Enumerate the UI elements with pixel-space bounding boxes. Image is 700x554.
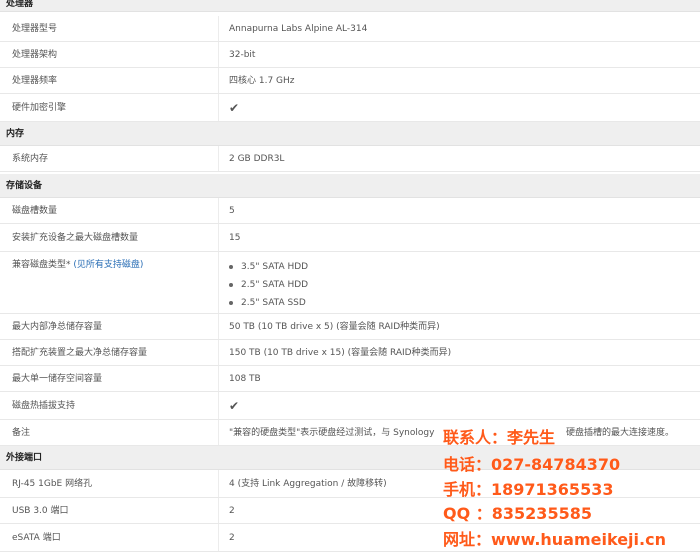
section-processor: 处理器 [0,0,700,12]
watermark-contact: 联系人：李先生 [443,428,556,447]
column-divider [218,498,219,523]
spec-table: 处理器 处理器型号 Annapurna Labs Alpine AL-314 处… [0,0,700,554]
column-divider [218,68,219,93]
max-expansion-label: 搭配扩充装置之最大净总储存容量 [12,348,148,358]
compat-drive-label: 兼容磁盘类型* (见所有支持磁盘) [12,258,143,272]
bullet-icon [229,264,233,269]
row-compat-drive: 兼容磁盘类型* (见所有支持磁盘) 3.5" SATA HDD 2.5" SAT… [0,252,700,314]
notes-label: 备注 [12,428,31,438]
row-system-memory: 系统内存 2 GB DDR3L [0,146,700,172]
notes-value-tail: 硬盘插槽的最大连接速度。 [566,428,675,438]
row-hw-encrypt: 硬件加密引擎 ✔ [0,94,700,122]
bays-label: 磁盘槽数量 [12,206,58,216]
usb-value: 2 [229,506,235,516]
max-volume-label: 最大单一储存空间容量 [12,374,103,384]
cpu-model-value: Annapurna Labs Alpine AL-314 [229,24,368,34]
list-item: 3.5" SATA HDD [229,258,308,276]
row-max-bays: 安装扩充设备之最大磁盘槽数量 15 [0,224,700,252]
drive-type-list: 3.5" SATA HDD 2.5" SATA HDD 2.5" SATA SS… [229,258,308,312]
max-internal-label: 最大内部净总储存容量 [12,322,103,332]
cpu-arch-label: 处理器架构 [12,50,58,60]
list-item: 2.5" SATA HDD [229,276,308,294]
cpu-freq-value: 四核心 1.7 GHz [229,76,295,86]
column-divider [218,42,219,67]
max-volume-value: 108 TB [229,374,261,384]
drive-type: 2.5" SATA SSD [241,298,306,308]
rj45-label: RJ-45 1GbE 网络孔 [12,479,93,489]
system-memory-label: 系统内存 [12,154,49,164]
column-divider [218,524,219,551]
bays-value: 5 [229,206,235,216]
row-max-volume: 最大单一储存空间容量 108 TB [0,366,700,392]
hot-swap-label: 磁盘热插拔支持 [12,401,76,411]
row-usb: USB 3.0 端口 2 [0,498,700,524]
hw-encrypt-label: 硬件加密引擎 [12,103,67,113]
row-cpu-arch: 处理器架构 32-bit [0,42,700,68]
column-divider [218,224,219,251]
cpu-arch-value: 32-bit [229,50,256,60]
column-divider [218,470,219,497]
column-divider [218,314,219,339]
bullet-icon [229,300,233,305]
esata-label: eSATA 端口 [12,533,61,543]
row-bays: 磁盘槽数量 5 [0,198,700,224]
max-expansion-value: 150 TB (10 TB drive x 15) (容量会随 RAID种类而异… [229,348,452,358]
column-divider [218,420,219,445]
system-memory-value: 2 GB DDR3L [229,154,285,164]
watermark-mobile: 手机：18971365533 [443,480,614,499]
list-item: 2.5" SATA SSD [229,294,308,312]
max-bays-label: 安装扩充设备之最大磁盘槽数量 [12,233,139,243]
row-cpu-model: 处理器型号 Annapurna Labs Alpine AL-314 [0,16,700,42]
watermark-qq: QQ ：835235585 [443,504,592,523]
drive-type: 2.5" SATA HDD [241,280,309,290]
column-divider [218,146,219,171]
cpu-freq-label: 处理器频率 [12,76,58,86]
row-notes: 备注 "兼容的硬盘类型"表示硬盘经过测试，与 Synology 硬盘插槽的最大连… [0,420,700,446]
row-max-expansion: 搭配扩充装置之最大净总储存容量 150 TB (10 TB drive x 15… [0,340,700,366]
column-divider [218,16,219,41]
column-divider [218,198,219,223]
column-divider [218,94,219,121]
max-bays-value: 15 [229,233,241,243]
row-hot-swap: 磁盘热插拔支持 ✔ [0,392,700,420]
compat-drive-label-text: 兼容磁盘类型* [12,260,71,270]
supported-drives-link[interactable]: (见所有支持磁盘) [73,260,143,270]
cpu-model-label: 处理器型号 [12,24,58,34]
watermark-web: 网址：www.huameikeji.cn [443,530,666,549]
section-storage: 存储设备 [0,174,700,198]
rj45-value: 4 (支持 Link Aggregation / 故障移转) [229,479,387,489]
drive-type: 3.5" SATA HDD [241,262,309,272]
watermark-phone: 电话：027-84784370 [443,455,621,474]
row-cpu-freq: 处理器频率 四核心 1.7 GHz [0,68,700,94]
row-max-internal: 最大内部净总储存容量 50 TB (10 TB drive x 5) (容量会随… [0,314,700,340]
column-divider [218,252,219,313]
bullet-icon [229,282,233,287]
check-icon: ✔ [229,101,240,115]
column-divider [218,392,219,419]
section-memory: 内存 [0,122,700,146]
column-divider [218,366,219,391]
esata-value: 2 [229,533,235,543]
max-internal-value: 50 TB (10 TB drive x 5) (容量会随 RAID种类而异) [229,322,440,332]
notes-value: "兼容的硬盘类型"表示硬盘经过测试，与 Synology [229,428,435,438]
usb-label: USB 3.0 端口 [12,506,69,516]
column-divider [218,340,219,365]
check-icon: ✔ [229,399,240,413]
